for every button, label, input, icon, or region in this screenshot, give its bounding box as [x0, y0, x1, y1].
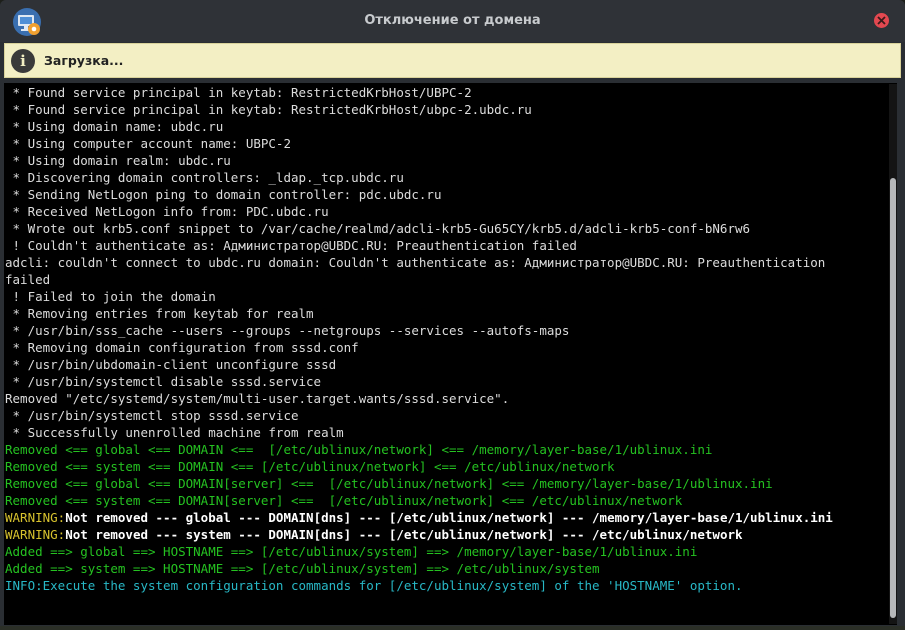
dialog-window: Отключение от домена i Загрузка... * Fou…	[0, 0, 905, 626]
warning-message: Not removed --- global --- DOMAIN[dns] -…	[65, 510, 833, 525]
window-title: Отключение от домена	[364, 13, 541, 28]
close-button[interactable]	[874, 13, 889, 28]
info-icon: i	[11, 49, 35, 73]
terminal-line: * Using domain realm: ubdc.ru	[5, 153, 231, 168]
title-bar[interactable]: Отключение от домена	[0, 0, 905, 42]
terminal-line: * /usr/bin/sss_cache --users --groups --…	[5, 323, 570, 338]
terminal-line: * Removing domain configuration from sss…	[5, 340, 359, 355]
terminal-line: ! Couldn't authenticate as: Администрато…	[5, 238, 577, 253]
terminal-line: WARNING:Not removed --- global --- DOMAI…	[5, 509, 885, 526]
warning-keyword: WARNING:	[5, 510, 66, 525]
terminal-line: adcli: couldn't connect to ubdc.ru domai…	[5, 255, 826, 270]
terminal-line: * Received NetLogon info from: PDC.ubdc.…	[5, 204, 329, 219]
terminal-line: * Using computer account name: UBPC-2	[5, 136, 291, 151]
terminal-output[interactable]: * Found service principal in keytab: Res…	[4, 83, 897, 625]
terminal-line: * Found service principal in keytab: Res…	[5, 102, 532, 117]
terminal-line: Removed <== global <== DOMAIN <== [/etc/…	[5, 442, 713, 457]
terminal-line: * Discovering domain controllers: _ldap.…	[5, 170, 404, 185]
terminal-line: failed	[5, 272, 51, 287]
terminal-line: Added ==> global ==> HOSTNAME ==> [/etc/…	[5, 544, 698, 559]
terminal-line: * /usr/bin/ubdomain-client unconfigure s…	[5, 357, 337, 372]
scrollbar-thumb[interactable]	[890, 178, 896, 618]
terminal-line: Removed <== global <== DOMAIN[server] <=…	[5, 476, 773, 491]
terminal-line: Removed <== system <== DOMAIN <== [/etc/…	[5, 459, 615, 474]
terminal-line: Removed <== system <== DOMAIN[server] <=…	[5, 493, 683, 508]
terminal-line: * /usr/bin/systemctl disable sssd.servic…	[5, 374, 322, 389]
terminal-lines: * Found service principal in keytab: Res…	[5, 84, 885, 594]
warning-message: Not removed --- system --- DOMAIN[dns] -…	[65, 527, 743, 542]
terminal-line: ! Failed to join the domain	[5, 289, 216, 304]
terminal-line: * Sending NetLogon ping to domain contro…	[5, 187, 442, 202]
scrollbar[interactable]	[889, 84, 897, 624]
status-text: Загрузка...	[44, 53, 124, 68]
terminal-line: * Wrote out krb5.conf snippet to /var/ca…	[5, 221, 751, 236]
terminal-line: * /usr/bin/systemctl stop sssd.service	[5, 408, 299, 423]
close-icon	[877, 16, 886, 25]
terminal-line: * Removing entries from keytab for realm	[5, 306, 314, 321]
terminal-line: Added ==> system ==> HOSTNAME ==> [/etc/…	[5, 561, 600, 576]
terminal-line: WARNING:Not removed --- system --- DOMAI…	[5, 526, 885, 543]
terminal-line: * Found service principal in keytab: Res…	[5, 85, 472, 100]
terminal-line: Removed "/etc/systemd/system/multi-user.…	[5, 391, 510, 406]
terminal-line: INFO:Execute the system configuration co…	[5, 578, 743, 593]
terminal-line: * Successfully unenrolled machine from r…	[5, 425, 344, 440]
status-infobar: i Загрузка...	[4, 43, 901, 78]
warning-keyword: WARNING:	[5, 527, 66, 542]
terminal-line: * Using domain name: ubdc.ru	[5, 119, 224, 134]
